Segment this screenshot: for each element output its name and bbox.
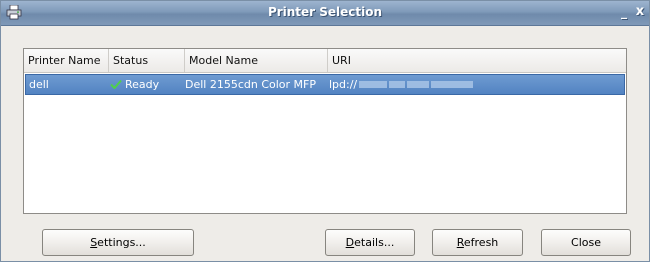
minimize-button[interactable]: _ bbox=[617, 4, 631, 20]
status-text: Ready bbox=[125, 78, 160, 91]
uri-cell: lpd:// bbox=[329, 75, 625, 94]
printer-list[interactable]: Printer Name Status Model Name URI dell … bbox=[23, 48, 627, 214]
status-cell: Ready bbox=[110, 75, 186, 94]
redacted-uri-block bbox=[431, 81, 474, 88]
table-row[interactable]: dell Ready Dell 2155cdn Color MFP lpd:// bbox=[25, 74, 625, 95]
redacted-uri-block bbox=[389, 81, 406, 88]
close-button[interactable]: Close bbox=[541, 229, 631, 256]
settings-label: ettings... bbox=[97, 236, 146, 249]
printer-selection-dialog: Printer Selection _ x Printer Name Statu… bbox=[0, 0, 650, 262]
redacted-uri-block bbox=[407, 81, 430, 88]
column-header-uri[interactable]: URI bbox=[328, 49, 626, 72]
refresh-button[interactable]: Refresh bbox=[432, 229, 523, 256]
list-header: Printer Name Status Model Name URI bbox=[24, 49, 626, 73]
printer-name-cell: dell bbox=[29, 78, 49, 91]
redacted-uri-block bbox=[359, 81, 388, 88]
refresh-mnemonic: R bbox=[456, 236, 464, 249]
check-icon bbox=[110, 79, 122, 89]
column-header-printer-name[interactable]: Printer Name bbox=[24, 49, 109, 72]
settings-button[interactable]: Settings... bbox=[42, 229, 194, 256]
refresh-label: efresh bbox=[463, 236, 499, 249]
title-bar[interactable]: Printer Selection _ x bbox=[1, 1, 649, 26]
details-button[interactable]: Details... bbox=[325, 229, 415, 256]
details-mnemonic: D bbox=[345, 236, 355, 249]
close-window-button[interactable]: x bbox=[633, 4, 647, 20]
window-title: Printer Selection bbox=[267, 5, 383, 19]
column-header-model-name[interactable]: Model Name bbox=[185, 49, 328, 72]
column-header-status[interactable]: Status bbox=[109, 49, 185, 72]
details-label: etails... bbox=[354, 236, 395, 249]
model-name-cell: Dell 2155cdn Color MFP bbox=[185, 78, 317, 91]
uri-text: lpd:// bbox=[329, 78, 358, 91]
